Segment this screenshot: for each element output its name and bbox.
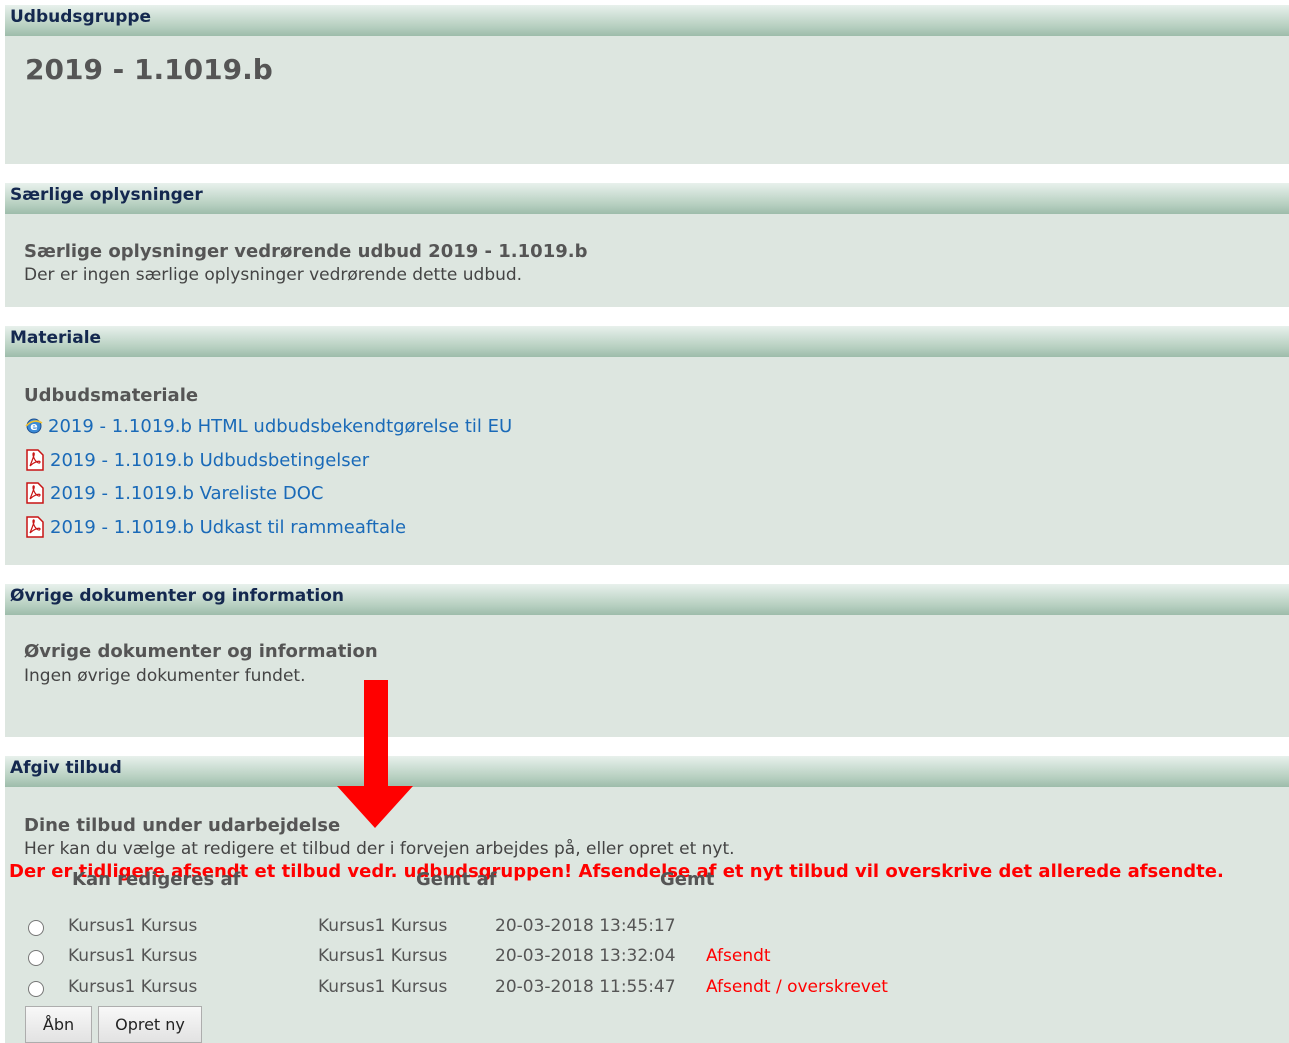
row-radio[interactable] [28, 981, 44, 997]
special-info-text: Der er ingen særlige oplysninger vedrøre… [24, 265, 523, 285]
group-header: Udbudsgruppe [5, 5, 1289, 36]
row-status: Afsendt [706, 946, 771, 966]
other-docs-header: Øvrige dokumenter og information [5, 584, 1289, 615]
special-info-title: Særlige oplysninger vedrørende udbud 201… [24, 241, 588, 262]
material-panel: Materiale Udbudsmateriale e 2019 - 1.101… [5, 326, 1289, 565]
material-link-row: 2019 - 1.1019.b Vareliste DOC [25, 480, 323, 506]
material-link-html[interactable]: 2019 - 1.1019.b HTML udbudsbekendtgørels… [48, 416, 512, 437]
other-docs-panel: Øvrige dokumenter og information Øvrige … [5, 584, 1289, 737]
other-docs-text: Ingen øvrige dokumenter fundet. [24, 666, 306, 686]
row-editable-by: Kursus1 Kursus [68, 916, 198, 936]
pdf-icon [25, 449, 45, 471]
material-title: Udbudsmateriale [24, 385, 199, 406]
pdf-icon [25, 516, 45, 538]
material-link-conditions[interactable]: 2019 - 1.1019.b Udbudsbetingelser [50, 450, 369, 471]
pdf-icon [25, 482, 45, 504]
col-saved: Gemt [660, 869, 715, 890]
row-editable-by: Kursus1 Kursus [68, 946, 198, 966]
offer-header: Afgiv tilbud [5, 756, 1289, 787]
material-link-row: 2019 - 1.1019.b Udkast til rammeaftale [25, 514, 406, 540]
row-saved-by: Kursus1 Kursus [318, 946, 448, 966]
table-row: Kursus1 Kursus Kursus1 Kursus 20-03-2018… [0, 977, 1284, 1003]
col-saved-by: Gemt af [416, 869, 497, 890]
table-row: Kursus1 Kursus Kursus1 Kursus 20-03-2018… [0, 916, 1284, 942]
red-arrow-annotation [337, 680, 413, 828]
ie-icon: e [25, 417, 43, 435]
group-title: 2019 - 1.1019.b [25, 53, 273, 86]
group-panel: Udbudsgruppe 2019 - 1.1019.b [5, 5, 1289, 164]
row-editable-by: Kursus1 Kursus [68, 977, 198, 997]
other-docs-title: Øvrige dokumenter og information [24, 641, 378, 662]
table-row: Kursus1 Kursus Kursus1 Kursus 20-03-2018… [0, 946, 1284, 972]
row-saved: 20-03-2018 13:32:04 [495, 946, 676, 966]
col-editable-by: Kan redigeres af [72, 869, 241, 890]
special-info-panel: Særlige oplysninger Særlige oplysninger … [5, 183, 1289, 307]
row-status: Afsendt / overskrevet [706, 977, 888, 997]
material-header: Materiale [5, 326, 1289, 357]
row-saved: 20-03-2018 13:45:17 [495, 916, 676, 936]
open-button[interactable]: Åbn [25, 1006, 92, 1043]
create-new-button[interactable]: Opret ny [98, 1006, 202, 1043]
row-radio[interactable] [28, 950, 44, 966]
material-link-row: e 2019 - 1.1019.b HTML udbudsbekendtgøre… [25, 413, 512, 439]
row-saved-by: Kursus1 Kursus [318, 977, 448, 997]
material-link-draft[interactable]: 2019 - 1.1019.b Udkast til rammeaftale [50, 517, 406, 538]
offer-title: Dine tilbud under udarbejdelse [24, 815, 341, 836]
material-link-itemlist[interactable]: 2019 - 1.1019.b Vareliste DOC [50, 483, 323, 504]
offer-text: Her kan du vælge at redigere et tilbud d… [24, 839, 735, 859]
row-saved: 20-03-2018 11:55:47 [495, 977, 676, 997]
row-saved-by: Kursus1 Kursus [318, 916, 448, 936]
material-link-row: 2019 - 1.1019.b Udbudsbetingelser [25, 447, 369, 473]
special-info-header: Særlige oplysninger [5, 183, 1289, 214]
row-radio[interactable] [28, 920, 44, 936]
